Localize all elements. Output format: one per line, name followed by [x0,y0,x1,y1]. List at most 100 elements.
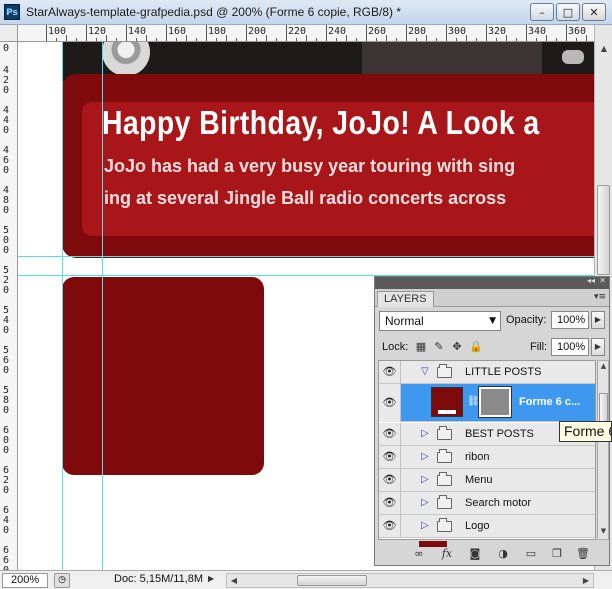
ruler-tick-label: 5 0 0 [3,225,10,256]
adjustment-layer-icon[interactable]: ◑ [495,546,511,562]
document-size-info[interactable]: Doc: 5,15M/11,8M [114,573,203,585]
ruler-minor-tick [296,38,297,41]
folder-icon [437,472,452,486]
ruler-minor-tick [306,35,307,41]
ruler-minor-tick [506,35,507,41]
layer-row-ribon[interactable]: 👁 ▷ ribon [379,446,595,469]
lock-all-icon[interactable]: 🔒 [469,341,483,353]
ruler-tick-label: 5 6 0 [3,345,10,376]
ruler-tick-label: 360 [568,26,587,37]
ruler-major-tick [326,25,327,41]
add-mask-icon[interactable]: ◙ [467,546,483,562]
ruler-tick-label: 0 [3,43,10,54]
fx-icon[interactable]: fx [439,546,455,562]
layer-row-little-posts[interactable]: 👁 ▽ LITTLE POSTS [379,361,595,384]
ruler-major-tick [566,25,567,41]
ruler-minor-tick [316,38,317,41]
lock-position-icon[interactable]: ✥ [451,341,463,353]
close-button[interactable]: ✕ [582,3,606,21]
lock-pixels-icon[interactable]: ✎ [433,341,445,353]
new-group-icon[interactable]: ▭ [523,546,539,562]
visibility-eye-icon[interactable]: 👁 [379,361,401,383]
vertical-scroll-thumb[interactable] [597,185,610,275]
minimize-button[interactable]: – [530,3,554,21]
featured-post-headline: Happy Birthday, JoJo! A Look a [102,104,540,141]
ruler-minor-tick [226,35,227,41]
visibility-eye-icon[interactable]: 👁 [379,469,401,491]
scroll-right-icon[interactable]: ▶ [579,574,593,587]
featured-post-text-line: ing at several Jingle Ball radio concert… [104,188,507,208]
layer-name: Forme 6 c... [519,396,581,408]
ruler-minor-tick [466,35,467,41]
ruler-tick-label: 140 [128,26,147,37]
link-layers-icon[interactable]: ∞ [411,546,427,562]
visibility-eye-icon[interactable]: 👁 [379,384,401,422]
vector-mask-thumbnail[interactable] [478,386,512,418]
group-collapsed-triangle-icon[interactable]: ▷ [421,451,429,462]
ruler-tick-label: 6 4 0 [3,505,10,536]
close-panel-icon[interactable]: ✕ [599,276,606,285]
ruler-major-tick [366,25,367,41]
group-collapsed-triangle-icon[interactable]: ▷ [421,474,429,485]
visibility-eye-icon[interactable]: 👁 [379,423,401,445]
layer-row-forme-6-copie[interactable]: 👁 ⛓ Forme 6 c... [379,384,595,422]
layer-name: Logo [465,520,490,532]
ruler-major-tick [86,25,87,41]
lock-transparency-icon[interactable]: ▦ [415,341,427,353]
vertical-guide[interactable] [102,42,103,570]
horizontal-guide[interactable] [18,256,594,257]
photoshop-app-icon[interactable]: Ps [4,4,20,20]
ruler-origin[interactable] [0,25,18,42]
group-expanded-triangle-icon[interactable]: ▽ [421,366,429,377]
folder-icon [437,449,452,463]
photo-detail [562,50,584,64]
layer-list-scrollbar[interactable]: ▲ ▼ [597,360,609,540]
group-collapsed-triangle-icon[interactable]: ▷ [421,428,429,439]
fill-input[interactable]: 100% [551,338,589,356]
status-menu-arrow-icon[interactable]: ▶ [208,574,214,583]
ruler-tick-label: 320 [488,26,507,37]
vertical-guide[interactable] [62,42,63,570]
ruler-tick-label: 4 8 0 [3,185,10,216]
layer-list[interactable]: 👁 ▽ LITTLE POSTS 👁 ⛓ Forme 6 c... 👁 ▷ BE… [378,360,596,540]
collapse-panel-icon[interactable]: ◂◂ [587,276,595,285]
layer-row-logo[interactable]: 👁 ▷ Logo [379,515,595,538]
vertical-ruler[interactable]: 0 4 2 0 4 4 0 4 6 0 4 8 0 5 0 0 5 2 0 5 4 0 5 6 … [0,42,18,570]
status-info-icon[interactable]: ◷ [54,573,70,588]
ruler-minor-tick [516,38,517,41]
horizontal-scroll-thumb[interactable] [297,575,367,586]
scroll-up-icon[interactable]: ▲ [599,362,608,370]
visibility-eye-icon[interactable]: 👁 [379,492,401,514]
mask-link-icon[interactable]: ⛓ [467,396,480,407]
horizontal-ruler[interactable]: 100 120 140 160 180 200 220 240 260 280 300 320 340 3… [18,25,594,42]
opacity-input[interactable]: 100% [551,311,589,329]
fill-slider-button[interactable]: ▶ [591,338,605,356]
layer-row-search-motor[interactable]: 👁 ▷ Search motor [379,492,595,515]
opacity-slider-button[interactable]: ▶ [591,311,605,329]
layer-thumbnail[interactable] [431,387,463,417]
ruler-major-tick [246,25,247,41]
new-layer-icon[interactable]: ❐ [549,546,565,562]
horizontal-scrollbar[interactable]: ◀ ▶ [226,573,594,588]
panel-header-strip: ◂◂ ✕ [375,276,609,289]
folder-icon [437,495,452,509]
scroll-up-icon[interactable]: ▲ [597,42,611,56]
scroll-left-icon[interactable]: ◀ [227,574,241,587]
scroll-down-icon[interactable]: ▼ [599,527,608,535]
blend-mode-select[interactable]: Normal ▼ [379,311,501,331]
maximize-button[interactable]: □ [556,3,580,21]
tab-layers[interactable]: LAYERS [377,291,434,307]
visibility-eye-icon[interactable]: 👁 [379,515,401,537]
zoom-level-field[interactable]: 200% [2,573,48,588]
group-collapsed-triangle-icon[interactable]: ▷ [421,497,429,508]
group-collapsed-triangle-icon[interactable]: ▷ [421,520,429,531]
ruler-tick-label: 200 [248,26,267,37]
layer-row-menu[interactable]: 👁 ▷ Menu [379,469,595,492]
folder-icon [437,364,452,378]
ruler-major-tick [486,25,487,41]
visibility-eye-icon[interactable]: 👁 [379,446,401,468]
ruler-major-tick [206,25,207,41]
trash-icon[interactable]: 🗑 [575,546,591,562]
little-post-shape[interactable] [62,277,264,475]
panel-menu-icon[interactable]: ▾≡ [594,292,606,302]
